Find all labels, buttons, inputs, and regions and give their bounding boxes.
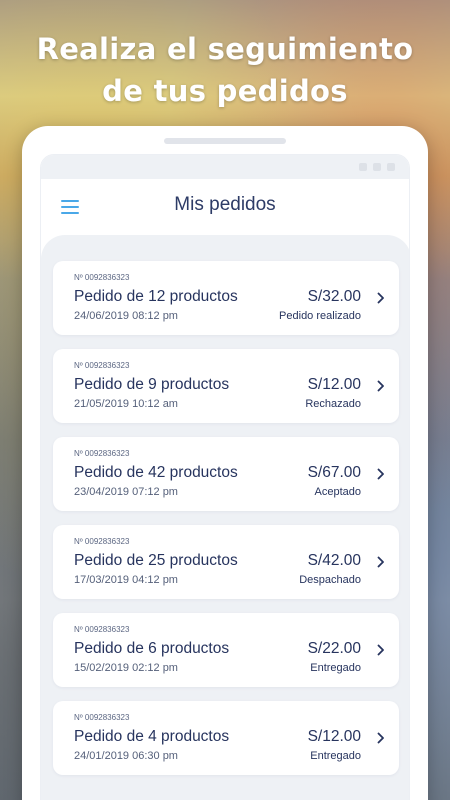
chevron-right-icon[interactable] bbox=[377, 292, 385, 304]
order-number: Nº 0092836323 bbox=[74, 537, 130, 546]
order-status: Despachado bbox=[299, 574, 361, 586]
order-status: Rechazado bbox=[305, 398, 361, 410]
app-bar: Mis pedidos bbox=[41, 179, 409, 235]
order-date: 24/06/2019 08:12 pm bbox=[74, 310, 178, 322]
status-icons bbox=[359, 163, 395, 171]
headline-line-1: Realiza el seguimiento bbox=[36, 32, 414, 66]
order-date: 17/03/2019 04:12 pm bbox=[74, 574, 178, 586]
order-date: 21/05/2019 10:12 am bbox=[74, 398, 178, 410]
order-card[interactable]: Nº 0092836323 Pedido de 4 productos 24/0… bbox=[53, 701, 399, 775]
order-status: Pedido realizado bbox=[279, 310, 361, 322]
status-bar bbox=[41, 155, 409, 179]
order-title: Pedido de 6 productos bbox=[74, 640, 230, 657]
order-price: S/12.00 bbox=[307, 728, 361, 745]
chevron-right-icon[interactable] bbox=[377, 556, 385, 568]
phone-screen: Mis pedidos Nº 0092836323 Pedido de 12 p… bbox=[40, 154, 410, 800]
order-card[interactable]: Nº 0092836323 Pedido de 9 productos 21/0… bbox=[53, 349, 399, 423]
chevron-right-icon[interactable] bbox=[377, 732, 385, 744]
order-number: Nº 0092836323 bbox=[74, 273, 130, 282]
order-date: 24/01/2019 06:30 pm bbox=[74, 750, 178, 762]
order-title: Pedido de 25 productos bbox=[74, 552, 238, 569]
order-card[interactable]: Nº 0092836323 Pedido de 12 productos 24/… bbox=[53, 261, 399, 335]
order-price: S/67.00 bbox=[307, 464, 361, 481]
orders-list: Nº 0092836323 Pedido de 12 productos 24/… bbox=[41, 235, 409, 800]
phone-speaker bbox=[164, 138, 286, 144]
order-number: Nº 0092836323 bbox=[74, 361, 130, 370]
order-title: Pedido de 4 productos bbox=[74, 728, 230, 745]
order-number: Nº 0092836323 bbox=[74, 713, 130, 722]
order-title: Pedido de 9 productos bbox=[74, 376, 230, 393]
chevron-right-icon[interactable] bbox=[377, 644, 385, 656]
order-card[interactable]: Nº 0092836323 Pedido de 6 productos 15/0… bbox=[53, 613, 399, 687]
chevron-right-icon[interactable] bbox=[377, 380, 385, 392]
promo-headline: Realiza el seguimiento de tus pedidos bbox=[0, 28, 450, 112]
order-date: 23/04/2019 07:12 pm bbox=[74, 486, 178, 498]
order-card[interactable]: Nº 0092836323 Pedido de 42 productos 23/… bbox=[53, 437, 399, 511]
order-status: Aceptado bbox=[314, 486, 361, 498]
headline-line-2: de tus pedidos bbox=[102, 74, 348, 108]
phone-frame: Mis pedidos Nº 0092836323 Pedido de 12 p… bbox=[22, 126, 428, 800]
page-title: Mis pedidos bbox=[174, 194, 276, 215]
order-number: Nº 0092836323 bbox=[74, 449, 130, 458]
order-price: S/32.00 bbox=[307, 288, 361, 305]
order-price: S/42.00 bbox=[307, 552, 361, 569]
order-date: 15/02/2019 02:12 pm bbox=[74, 662, 178, 674]
order-status: Entregado bbox=[310, 662, 361, 674]
order-status: Entregado bbox=[310, 750, 361, 762]
order-number: Nº 0092836323 bbox=[74, 625, 130, 634]
order-title: Pedido de 12 productos bbox=[74, 288, 238, 305]
order-price: S/22.00 bbox=[307, 640, 361, 657]
order-price: S/12.00 bbox=[307, 376, 361, 393]
order-card[interactable]: Nº 0092836323 Pedido de 25 productos 17/… bbox=[53, 525, 399, 599]
chevron-right-icon[interactable] bbox=[377, 468, 385, 480]
order-title: Pedido de 42 productos bbox=[74, 464, 238, 481]
